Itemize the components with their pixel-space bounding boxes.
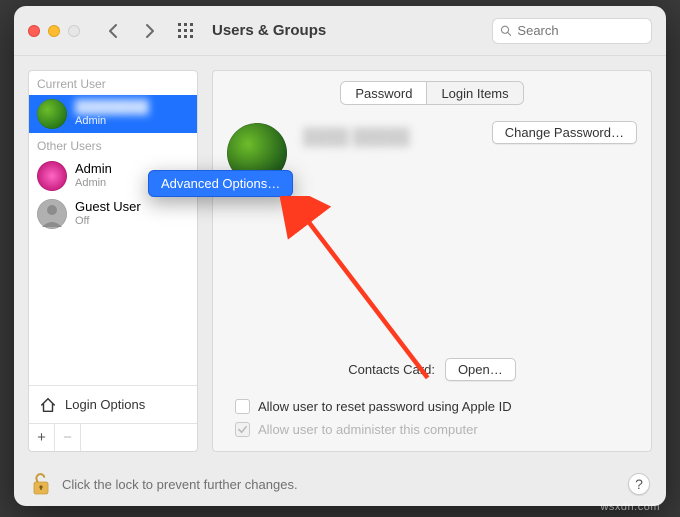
other-users-label: Other Users <box>29 133 197 157</box>
checkbox-icon <box>235 422 250 437</box>
login-options-row[interactable]: Login Options <box>29 385 197 423</box>
zoom-window-button[interactable] <box>68 25 80 37</box>
add-user-button[interactable]: + <box>29 424 55 451</box>
tab-login-items[interactable]: Login Items <box>427 82 522 104</box>
preferences-window: Users & Groups Current User ████████ Adm… <box>14 6 666 506</box>
sidebar-action-buttons: + − <box>29 423 197 451</box>
login-options-label: Login Options <box>65 397 145 412</box>
close-window-button[interactable] <box>28 25 40 37</box>
checkbox-icon[interactable] <box>235 399 250 414</box>
lock-help-text: Click the lock to prevent further change… <box>62 477 298 492</box>
user-role: Admin <box>75 177 112 190</box>
tab-bar: Password Login Items <box>340 81 523 105</box>
allow-reset-label: Allow user to reset password using Apple… <box>258 399 512 414</box>
allow-admin-row: Allow user to administer this computer <box>235 422 637 437</box>
contacts-card-label: Contacts Card: <box>348 362 435 377</box>
tab-password[interactable]: Password <box>341 82 427 104</box>
user-name: Guest User <box>75 200 141 215</box>
avatar <box>37 199 67 229</box>
context-menu-advanced-options[interactable]: Advanced Options… <box>148 170 293 197</box>
sidebar-user-guest[interactable]: Guest User Off <box>29 195 197 233</box>
help-button[interactable]: ? <box>628 473 650 495</box>
unlocked-lock-icon[interactable] <box>30 471 52 497</box>
search-input[interactable] <box>517 23 644 38</box>
checkmark-icon <box>237 424 248 435</box>
change-password-button[interactable]: Change Password… <box>492 121 637 144</box>
minimize-window-button[interactable] <box>48 25 60 37</box>
traffic-lights <box>28 25 80 37</box>
user-role: Off <box>75 215 141 228</box>
profile-display-name: ████ █████ <box>303 129 409 147</box>
search-field[interactable] <box>492 18 652 44</box>
show-all-button[interactable] <box>178 23 194 39</box>
user-role: Admin <box>75 115 149 128</box>
titlebar: Users & Groups <box>14 6 666 56</box>
avatar <box>37 99 67 129</box>
current-user-label: Current User <box>29 71 197 95</box>
allow-reset-row[interactable]: Allow user to reset password using Apple… <box>235 399 637 414</box>
footer: Click the lock to prevent further change… <box>14 462 666 506</box>
user-name: Admin <box>75 162 112 177</box>
main-panel: Password Login Items ████ █████ Change P… <box>212 70 652 452</box>
open-contacts-button[interactable]: Open… <box>445 358 516 381</box>
window-title: Users & Groups <box>212 22 326 39</box>
avatar <box>37 161 67 191</box>
guest-silhouette-icon <box>37 199 67 229</box>
nav-forward-button[interactable] <box>140 22 158 40</box>
nav-back-button[interactable] <box>104 22 122 40</box>
user-sidebar: Current User ████████ Admin Other Users … <box>28 70 198 452</box>
contacts-card-row: Contacts Card: Open… <box>227 358 637 381</box>
sidebar-user-current[interactable]: ████████ Admin <box>29 95 197 133</box>
body: Current User ████████ Admin Other Users … <box>14 56 666 462</box>
house-icon <box>39 396 57 414</box>
context-menu-item-label: Advanced Options… <box>161 176 280 191</box>
search-icon <box>500 24 511 37</box>
user-name: ████████ <box>75 100 149 115</box>
remove-user-button[interactable]: − <box>55 424 81 451</box>
allow-admin-label: Allow user to administer this computer <box>258 422 478 437</box>
nav-buttons <box>104 22 158 40</box>
watermark: wsxdn.com <box>600 501 660 513</box>
